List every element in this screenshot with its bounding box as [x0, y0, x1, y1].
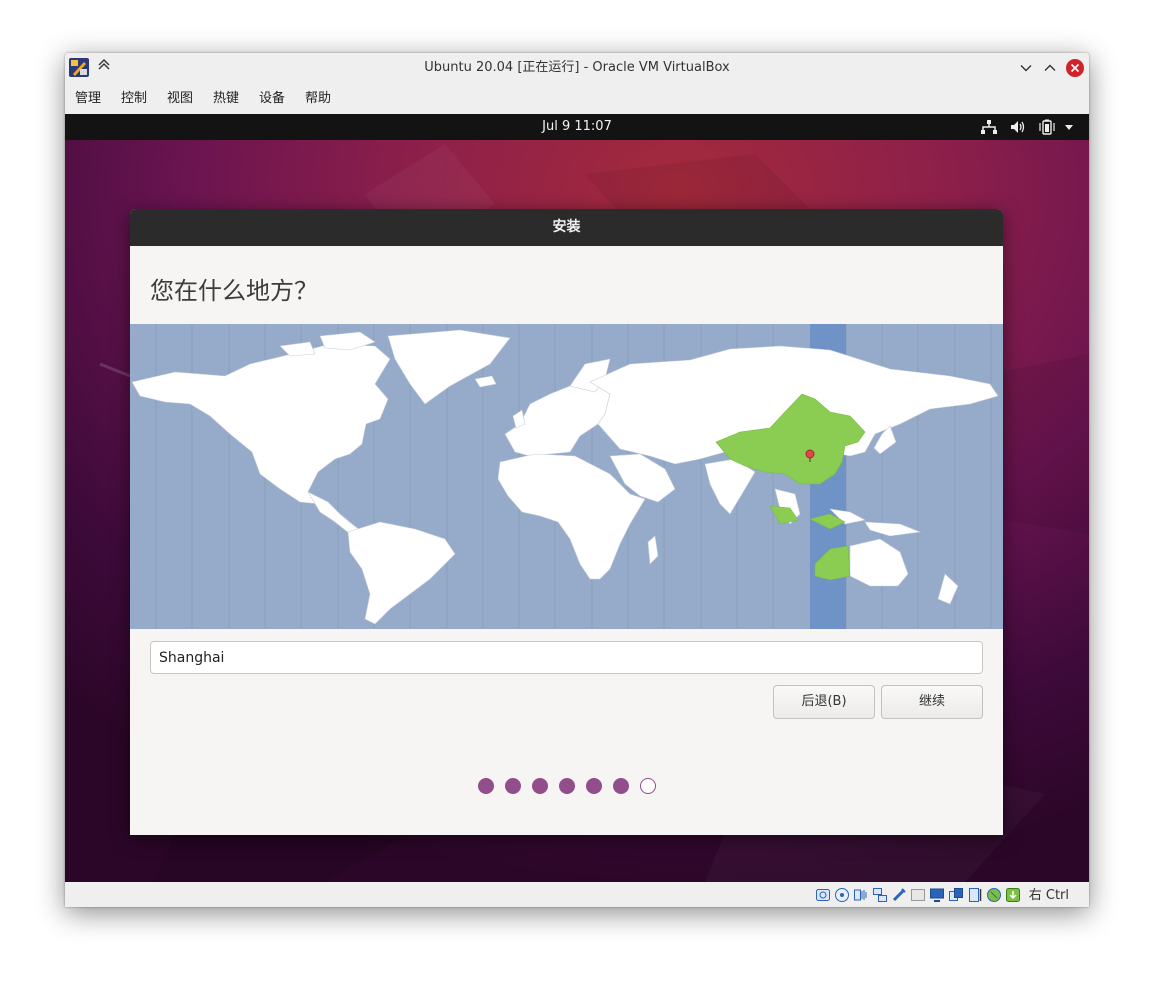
arrow-icon[interactable]	[1005, 887, 1021, 903]
shared-folder-icon[interactable]	[910, 887, 926, 903]
usb-icon[interactable]	[891, 887, 907, 903]
clock[interactable]: Jul 9 11:07	[65, 114, 1089, 140]
dialog-title: 安装	[552, 219, 581, 235]
continue-button[interactable]: 继续	[881, 685, 983, 719]
installer-dialog: 安装 您在什么地方？ Shanghai 后退(B) 继续	[130, 209, 1003, 835]
menu-item-hotkeys[interactable]: 热键	[213, 83, 239, 114]
menu-item-control[interactable]: 控制	[121, 83, 147, 114]
step-dot-5	[585, 778, 602, 794]
optical-drive-icon[interactable]	[834, 887, 850, 903]
cpu-icon[interactable]	[986, 887, 1002, 903]
dialog-header[interactable]: 安装	[130, 209, 1003, 246]
menu-item-manage[interactable]: 管理	[75, 83, 101, 114]
window-titlebar[interactable]: Ubuntu 20.04 [正在运行] - Oracle VM VirtualB…	[65, 53, 1089, 83]
close-icon	[1070, 63, 1080, 73]
step-dot-3	[531, 778, 548, 794]
network-adapter-icon[interactable]	[872, 887, 888, 903]
step-dot-2	[504, 778, 521, 794]
audio-icon[interactable]	[853, 887, 869, 903]
location-input[interactable]	[150, 641, 983, 674]
video-capture-icon[interactable]	[948, 887, 964, 903]
step-dot-1	[477, 778, 494, 794]
host-key-label: 右 Ctrl	[1028, 888, 1069, 903]
step-dot-6	[612, 778, 629, 794]
step-dot-4	[558, 778, 575, 794]
dropdown-arrow-icon[interactable]	[1063, 119, 1075, 135]
guest-screen[interactable]: Jul 9 11:07 安装 您在什么地方？ Shanghai 后退(B) 继续	[65, 114, 1089, 882]
menu-item-help[interactable]: 帮助	[305, 83, 331, 114]
chevron-up-icon	[1044, 64, 1056, 71]
menu-item-devices[interactable]: 设备	[259, 83, 285, 114]
battery-icon[interactable]	[1039, 119, 1055, 135]
network-icon[interactable]	[981, 119, 997, 135]
status-icons	[815, 886, 1021, 903]
page-heading: 您在什么地方？	[150, 277, 318, 305]
chevron-down-icon	[1020, 65, 1032, 72]
close-button[interactable]	[1066, 59, 1084, 77]
gnome-top-bar: Jul 9 11:07	[65, 114, 1089, 140]
volume-icon[interactable]	[1010, 119, 1026, 135]
progress-steps	[130, 778, 1003, 794]
menubar: 管理 控制 视图 热键 设备 帮助	[65, 83, 1089, 114]
virtualbox-window: Ubuntu 20.04 [正在运行] - Oracle VM VirtualB…	[65, 53, 1089, 907]
vbox-statusbar: 右 Ctrl	[65, 882, 1089, 907]
minimize-button[interactable]	[1017, 59, 1035, 77]
hard-disk-icon[interactable]	[815, 887, 831, 903]
window-title: Ubuntu 20.04 [正在运行] - Oracle VM VirtualB…	[424, 60, 730, 75]
menu-item-view[interactable]: 视图	[167, 83, 193, 114]
world-map	[131, 324, 999, 629]
display-icon[interactable]	[929, 887, 945, 903]
back-button[interactable]: 后退(B)	[773, 685, 875, 719]
timezone-map[interactable]	[130, 324, 1003, 629]
recording-icon[interactable]	[967, 887, 983, 903]
maximize-button[interactable]	[1041, 59, 1059, 77]
step-dot-7-current	[639, 778, 656, 794]
